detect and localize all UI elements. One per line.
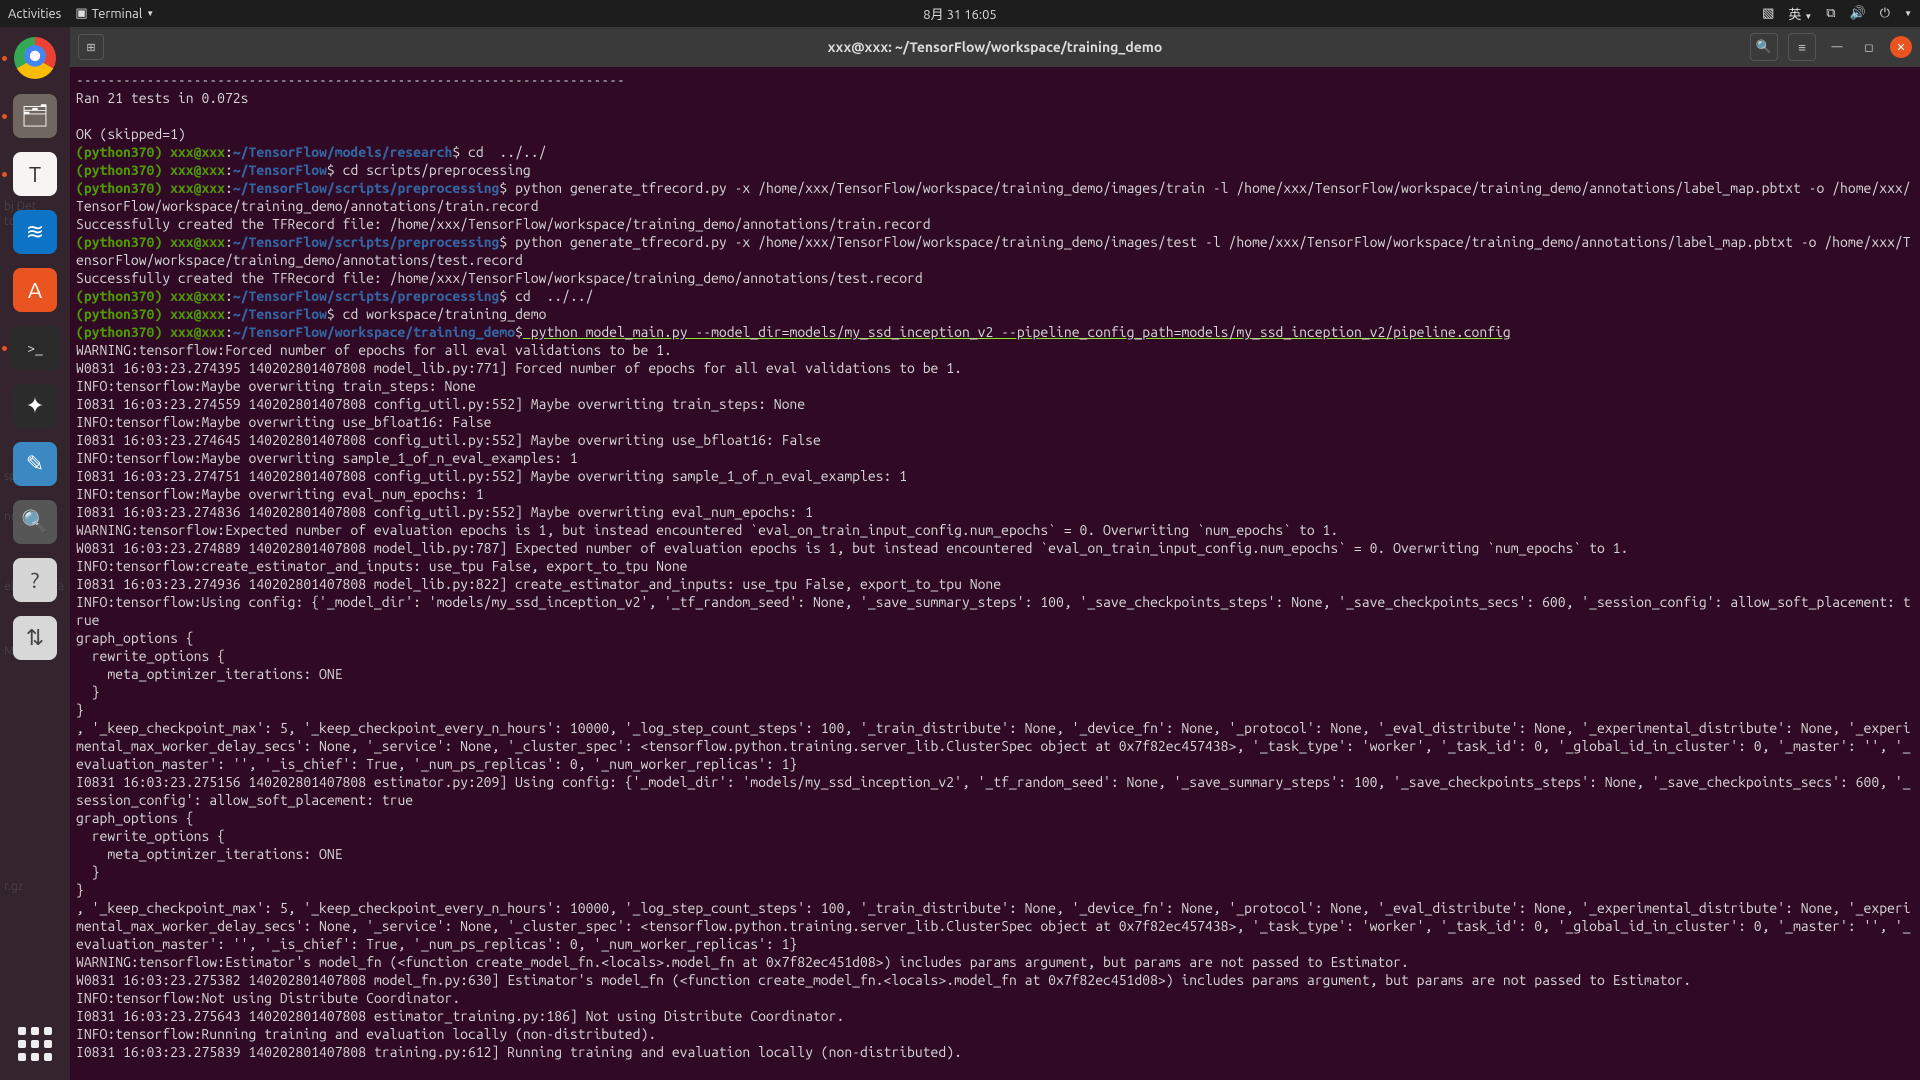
new-tab-icon: ⊞: [86, 41, 95, 54]
search-button[interactable]: 🔍: [1750, 33, 1778, 61]
dock: 🗂 T ≋ A >_ ✦ ✎ 🔍 ? ⇅: [0, 27, 70, 1080]
image-viewer-icon: 🔍: [13, 500, 57, 544]
dock-usb[interactable]: ⇅: [10, 613, 60, 663]
gnome-top-bar: Activities ▣ Terminal ▼ 8月 31 16:05 ▧ 英 …: [0, 0, 1920, 27]
vscode-icon: ≋: [13, 210, 57, 254]
terminal-icon: >_: [10, 326, 60, 370]
dock-help[interactable]: ?: [10, 555, 60, 605]
help-icon: ?: [13, 558, 57, 602]
dock-text-editor[interactable]: T: [10, 149, 60, 199]
minimize-icon: —: [1832, 41, 1843, 53]
krita-icon: ✦: [13, 384, 57, 428]
dock-chrome[interactable]: [10, 33, 60, 83]
screenshot-icon[interactable]: ▧: [1762, 6, 1774, 21]
power-icon[interactable]: ⏻: [1880, 6, 1890, 21]
titlebar: ⊞ xxx@xxx: ~/TensorFlow/workspace/traini…: [70, 27, 1920, 67]
files-icon: 🗂: [13, 94, 57, 138]
menu-button[interactable]: ≡: [1788, 33, 1816, 61]
chevron-down-icon: ▼: [1904, 9, 1912, 18]
wifi-icon[interactable]: ⧉: [1826, 6, 1835, 21]
terminal-window: ⊞ xxx@xxx: ~/TensorFlow/workspace/traini…: [70, 27, 1920, 1080]
dock-software[interactable]: A: [10, 265, 60, 315]
usb-icon: ⇅: [13, 616, 57, 660]
maximize-button[interactable]: ◻: [1858, 36, 1880, 58]
input-method[interactable]: 英 ▼: [1788, 4, 1812, 23]
chrome-icon: [14, 37, 56, 79]
hamburger-icon: ≡: [1798, 40, 1806, 55]
software-icon: A: [13, 268, 57, 312]
close-icon: ✕: [1896, 41, 1905, 54]
dock-image-viewer[interactable]: 🔍: [10, 497, 60, 547]
notes-icon: ✎: [13, 442, 57, 486]
volume-icon[interactable]: 🔊: [1850, 6, 1866, 21]
dock-notes[interactable]: ✎: [10, 439, 60, 489]
activities-button[interactable]: Activities: [8, 7, 61, 21]
chevron-down-icon: ▼: [146, 9, 154, 18]
input-method-label: 英: [1788, 8, 1801, 22]
dock-vscode[interactable]: ≋: [10, 207, 60, 257]
show-applications[interactable]: [13, 1022, 57, 1066]
terminal-output[interactable]: ----------------------------------------…: [70, 67, 1920, 1080]
clock[interactable]: 8月 31 16:05: [923, 4, 996, 23]
new-tab-button[interactable]: ⊞: [78, 34, 104, 60]
minimize-button[interactable]: —: [1826, 36, 1848, 58]
dock-files[interactable]: 🗂: [10, 91, 60, 141]
maximize-icon: ◻: [1864, 41, 1873, 54]
app-menu-label: Terminal: [92, 7, 143, 21]
window-title: xxx@xxx: ~/TensorFlow/workspace/training…: [828, 39, 1163, 55]
text-editor-icon: T: [13, 152, 57, 196]
search-icon: 🔍: [1756, 40, 1772, 55]
terminal-icon: ▣: [75, 6, 87, 21]
dock-terminal[interactable]: >_: [10, 323, 60, 373]
chevron-down-icon: ▼: [1804, 12, 1812, 21]
close-button[interactable]: ✕: [1890, 36, 1912, 58]
app-menu[interactable]: ▣ Terminal ▼: [75, 6, 154, 21]
dock-krita[interactable]: ✦: [10, 381, 60, 431]
